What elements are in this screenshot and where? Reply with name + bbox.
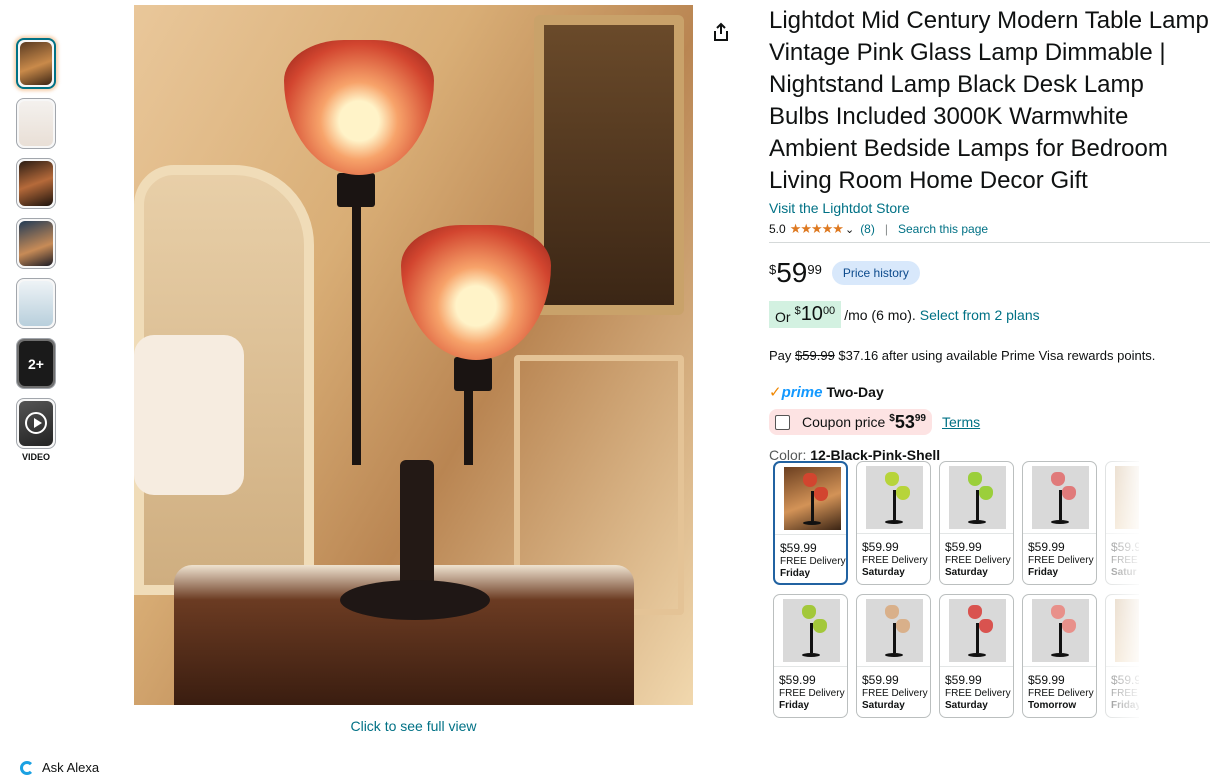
price: $ 59 99: [769, 257, 822, 288]
star-icons[interactable]: ★★★★★: [790, 221, 844, 237]
swatch-day: Saturday: [945, 700, 988, 711]
swatch-day: Tomorrow: [1028, 700, 1077, 711]
swatch-delivery: FREE Delivery: [780, 556, 846, 567]
swatch-day: Saturday: [862, 567, 905, 578]
swatch-delivery: FREE Delivery: [945, 688, 1011, 699]
coupon-box[interactable]: Coupon price $ 53 99: [769, 409, 932, 435]
check-icon: ✓: [769, 384, 782, 401]
rating-row: 5.0 ★★★★★ ⌄ (8) | Search this page: [769, 221, 1210, 243]
coupon-price: $ 53 99: [889, 412, 926, 432]
swatch-image: [784, 467, 841, 530]
divider: |: [884, 222, 888, 236]
swatch-day: Saturday: [862, 700, 905, 711]
chevron-down-icon[interactable]: ⌄: [845, 223, 854, 236]
rating-value: 5.0: [769, 222, 786, 236]
price-row: $ 59 99 Price history: [769, 259, 1210, 287]
thumbnail-more[interactable]: 2+: [16, 338, 56, 389]
swatch-delivery: FREE Delivery: [779, 688, 845, 699]
terms-link[interactable]: Terms: [942, 414, 980, 430]
ask-alexa[interactable]: Ask Alexa: [20, 760, 99, 775]
payment-plan-row: Or $ 10 00 /mo (6 mo). Select from 2 pla…: [769, 301, 1210, 328]
play-icon: [25, 412, 47, 434]
select-plan-link[interactable]: Select from 2 plans: [920, 307, 1040, 323]
color-swatch[interactable]: $59.99 FREE Delivery Saturday: [856, 594, 931, 718]
thumbnail-video[interactable]: [16, 398, 56, 449]
swatch-day: Friday: [1028, 567, 1059, 578]
plan-term: /mo (6 mo).: [844, 306, 916, 323]
prime-logo: prime: [781, 383, 823, 401]
color-swatch[interactable]: $59.99 FREE Delivery Saturday: [939, 594, 1014, 718]
swatch-delivery: FREE Delivery: [1028, 555, 1094, 566]
color-swatch[interactable]: $59.99 FREE Delivery Saturday: [939, 461, 1014, 585]
color-swatch[interactable]: $59.99 FREE Delivery Tomorrow: [1022, 594, 1097, 718]
swatch-image: [1032, 599, 1089, 662]
swatch-image: [866, 466, 923, 529]
swatch-price: $59.99: [945, 673, 982, 687]
swatch-price: $59.99: [1028, 540, 1065, 554]
swatch-price: $59.99: [862, 673, 899, 687]
swatch-price: $59.99: [779, 673, 816, 687]
thumbnail-image[interactable]: [16, 218, 56, 269]
swatch-delivery: FREE Delivery: [862, 688, 928, 699]
swatch-delivery: FREE Delivery: [1028, 688, 1094, 699]
rating-count[interactable]: (8): [860, 222, 875, 236]
color-swatch[interactable]: $59.99 FREE Delivery Saturday: [856, 461, 931, 585]
prime-badge: ✓ prime Two-Day: [769, 383, 884, 402]
swatch-price: $59.99: [945, 540, 982, 554]
color-swatch[interactable]: $59.99 FREE Delivery Friday: [773, 461, 848, 585]
more-images-count: 2+: [17, 339, 55, 388]
color-swatch-grid: $59.99 FREE Delivery Friday $59.99 FREE Deli…: [773, 461, 1139, 770]
full-view-link[interactable]: Click to see full view: [134, 718, 693, 734]
video-label: VIDEO: [21, 452, 50, 462]
swatch-price: $59.99: [862, 540, 899, 554]
price-history-button[interactable]: Price history: [831, 261, 920, 285]
swatch-price: $59.99: [1028, 673, 1065, 687]
swatch-day: Friday: [780, 568, 811, 579]
share-icon[interactable]: [711, 22, 731, 42]
swatch-image: [949, 466, 1006, 529]
color-swatch[interactable]: $59.99 FREE Delivery Friday: [1022, 461, 1097, 585]
thumbnail-image[interactable]: [16, 98, 56, 149]
swatch-image: [783, 599, 840, 662]
product-details: Lightdot Mid Century Modern Table Lamp V…: [769, 5, 1210, 463]
coupon-checkbox[interactable]: [775, 414, 790, 430]
prime-visa-offer: Pay $59.99 $37.16 after using available …: [769, 348, 1156, 363]
thumbnail-image[interactable]: [16, 38, 56, 89]
coupon-row: Coupon price $ 53 99 Terms: [769, 409, 1210, 435]
color-swatch[interactable]: $59.99 FREE Delivery Friday: [773, 594, 848, 718]
product-title: Lightdot Mid Century Modern Table Lamp V…: [769, 7, 1209, 194]
search-page-link[interactable]: Search this page: [898, 222, 988, 236]
swatch-image: [1032, 466, 1089, 529]
swatch-price: $59.99: [780, 541, 817, 555]
swatch-day: Saturday: [945, 567, 988, 578]
thumbnail-image[interactable]: [16, 278, 56, 329]
swatch-delivery: FREE Delivery: [945, 555, 1011, 566]
swatch-delivery: FREE Delivery: [862, 555, 928, 566]
thumbnail-image[interactable]: [16, 158, 56, 209]
swatch-day: Friday: [779, 700, 810, 711]
thumbnail-strip: 2+ VIDEO: [16, 38, 56, 462]
swatch-image: [866, 599, 923, 662]
store-link[interactable]: Visit the Lightdot Store: [769, 200, 1210, 216]
swatch-image: [949, 599, 1006, 662]
main-product-image[interactable]: [134, 5, 693, 705]
alexa-icon: [20, 760, 34, 775]
original-price: $59.99: [795, 348, 835, 363]
plan-badge: Or $ 10 00: [769, 301, 842, 328]
